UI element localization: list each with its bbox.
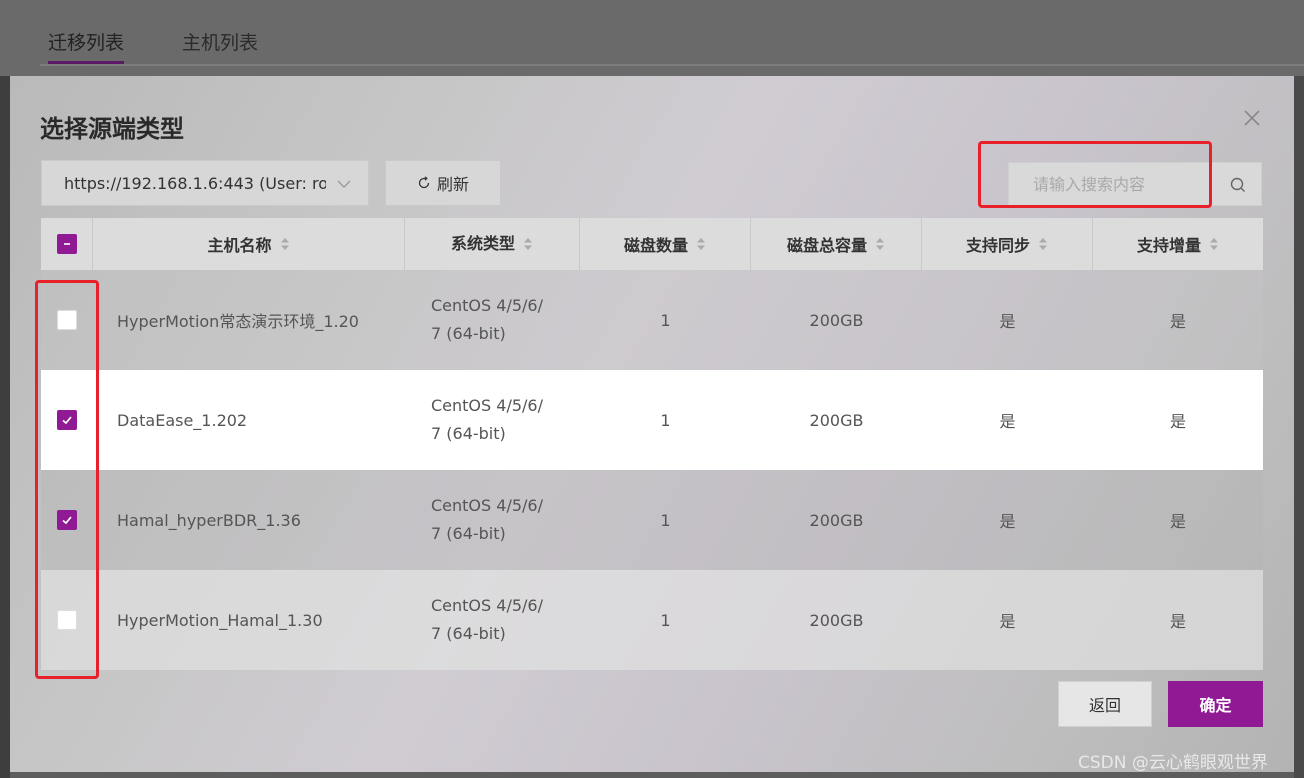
sort-icon[interactable] (875, 237, 885, 251)
os-type: CentOS 4/5/6/7 (64-bit) (405, 470, 580, 570)
disk-count: 1 (660, 310, 671, 330)
table-row[interactable]: Hamal_hyperBDR_1.36 CentOS 4/5/6/7 (64-b… (41, 470, 1263, 570)
os-line: 7 (64-bit) (431, 324, 506, 343)
disk-count: 1 (660, 510, 671, 530)
header-os-type[interactable]: 系统类型 (405, 218, 580, 270)
watermark: CSDN @云心鹤眼观世界 (1078, 753, 1268, 773)
check-icon (62, 416, 72, 425)
search-input[interactable] (1009, 163, 1219, 205)
os-type: CentOS 4/5/6/7 (64-bit) (405, 270, 580, 370)
disk-capacity: 200GB (809, 410, 864, 430)
confirm-button[interactable]: 确定 (1168, 681, 1263, 727)
os-line: 7 (64-bit) (431, 424, 506, 443)
check-icon (62, 516, 72, 525)
incremental-support: 是 (1169, 412, 1186, 431)
sync-support: 是 (999, 612, 1016, 631)
refresh-icon (418, 176, 430, 189)
background-tabs: 迁移列表 主机列表 (48, 28, 258, 65)
background-left (0, 76, 10, 778)
source-select-value: https://192.168.1.6:443 (User: ro (64, 173, 326, 193)
header-incremental-support[interactable]: 支持增量 (1093, 218, 1263, 270)
row-select-cell (41, 470, 93, 570)
row-checkbox[interactable] (57, 310, 77, 330)
host-table: 主机名称 系统类型 磁盘数量 磁盘总容量 支持同步 支持增量 HyperMoti… (41, 218, 1263, 670)
header-label: 系统类型 (450, 234, 515, 253)
header-disk-count[interactable]: 磁盘数量 (580, 218, 751, 270)
select-source-modal: 选择源端类型 https://192.168.1.6:443 (User: ro… (10, 76, 1294, 772)
header-disk-capacity[interactable]: 磁盘总容量 (751, 218, 922, 270)
table-header: 主机名称 系统类型 磁盘数量 磁盘总容量 支持同步 支持增量 (41, 218, 1263, 270)
search-box[interactable] (1008, 162, 1262, 206)
refresh-label: 刷新 (436, 175, 469, 194)
os-line: 7 (64-bit) (431, 524, 506, 543)
header-label: 支持同步 (965, 236, 1030, 255)
chevron-down-icon (337, 180, 351, 188)
host-name: HyperMotion常态演示环境_1.20 (117, 312, 359, 331)
header-label: 支持增量 (1136, 236, 1201, 255)
sync-support: 是 (999, 512, 1016, 531)
incremental-support: 是 (1169, 312, 1186, 331)
table-row[interactable]: HyperMotion_Hamal_1.30 CentOS 4/5/6/7 (6… (41, 570, 1263, 670)
os-type: CentOS 4/5/6/7 (64-bit) (405, 570, 580, 670)
os-type: CentOS 4/5/6/7 (64-bit) (405, 370, 580, 470)
disk-capacity: 200GB (809, 510, 864, 530)
os-line: 7 (64-bit) (431, 624, 506, 643)
header-label: 磁盘数量 (623, 236, 688, 255)
incremental-support: 是 (1169, 512, 1186, 531)
sort-icon[interactable] (1209, 237, 1219, 251)
header-select-all[interactable] (41, 218, 93, 270)
tab-migration-list[interactable]: 迁移列表 (48, 28, 125, 65)
sort-icon[interactable] (1038, 237, 1048, 251)
host-name: DataEase_1.202 (117, 410, 248, 430)
header-label: 主机名称 (207, 236, 272, 255)
disk-capacity: 200GB (809, 610, 864, 630)
host-name: Hamal_hyperBDR_1.36 (117, 510, 301, 530)
back-button[interactable]: 返回 (1058, 681, 1152, 727)
disk-capacity: 200GB (809, 310, 864, 330)
select-all-checkbox[interactable] (56, 234, 77, 254)
disk-count: 1 (660, 610, 671, 630)
row-select-cell (41, 370, 93, 470)
header-sync-support[interactable]: 支持同步 (922, 218, 1093, 270)
sort-icon[interactable] (280, 237, 290, 251)
row-checkbox[interactable] (57, 610, 77, 630)
sync-support: 是 (999, 312, 1016, 331)
header-host-name[interactable]: 主机名称 (93, 218, 405, 270)
row-checkbox[interactable] (57, 510, 77, 530)
tab-underline (40, 64, 1304, 66)
sync-support: 是 (999, 412, 1016, 431)
refresh-button[interactable]: 刷新 (385, 160, 501, 206)
close-icon[interactable] (1242, 108, 1262, 128)
disk-count: 1 (660, 410, 671, 430)
indeterminate-icon (63, 243, 70, 245)
row-select-cell (41, 270, 93, 370)
modal-title: 选择源端类型 (40, 115, 184, 143)
tab-host-list[interactable]: 主机列表 (182, 28, 258, 65)
incremental-support: 是 (1169, 612, 1186, 631)
os-line: CentOS 4/5/6/ (431, 296, 543, 315)
os-line: CentOS 4/5/6/ (431, 396, 543, 415)
row-select-cell (41, 570, 93, 670)
search-icon[interactable] (1229, 176, 1247, 194)
table-row[interactable]: DataEase_1.202 CentOS 4/5/6/7 (64-bit) 1… (41, 370, 1263, 470)
host-name: HyperMotion_Hamal_1.30 (117, 610, 323, 630)
background-right (1294, 76, 1304, 778)
table-row[interactable]: HyperMotion常态演示环境_1.20 CentOS 4/5/6/7 (6… (41, 270, 1263, 370)
header-label: 磁盘总容量 (786, 236, 867, 255)
os-line: CentOS 4/5/6/ (431, 496, 543, 515)
row-checkbox[interactable] (57, 410, 77, 430)
source-select[interactable]: https://192.168.1.6:443 (User: ro (41, 160, 369, 206)
sort-icon[interactable] (523, 237, 533, 251)
os-line: CentOS 4/5/6/ (431, 596, 543, 615)
sort-icon[interactable] (696, 237, 706, 251)
